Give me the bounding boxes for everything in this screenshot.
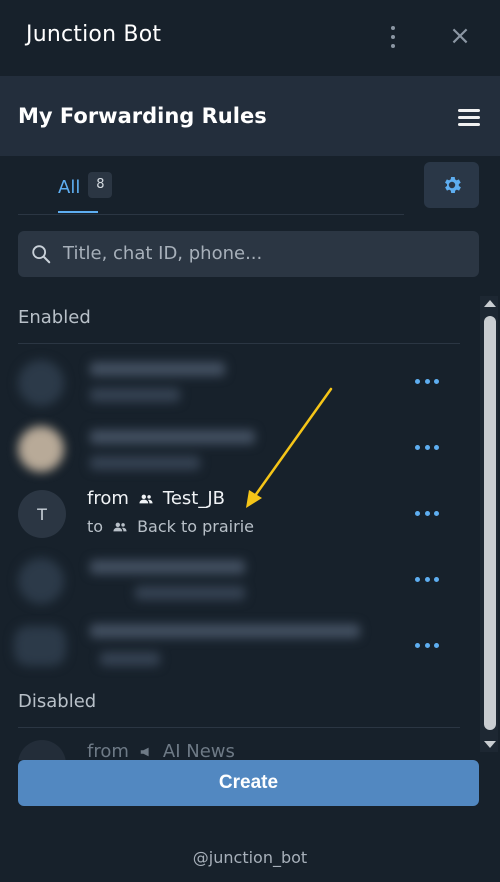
rule-item[interactable]: T from Test_JB to Back to prairie (0, 480, 478, 546)
more-icon[interactable] (415, 442, 439, 452)
avatar (18, 426, 64, 472)
tab-bar: All 8 (18, 160, 404, 215)
group-icon (113, 522, 127, 531)
megaphone-icon (140, 747, 149, 756)
bot-handle: @junction_bot (192, 848, 308, 867)
more-icon[interactable] (415, 640, 439, 650)
scroll-up-arrow-icon[interactable] (484, 300, 496, 307)
page-title: My Forwarding Rules (18, 104, 267, 128)
more-icon[interactable] (415, 574, 439, 584)
section-label-enabled: Enabled (18, 307, 91, 328)
app-title: Junction Bot (26, 22, 162, 47)
section-label-disabled: Disabled (18, 691, 97, 712)
avatar (14, 626, 66, 666)
create-button[interactable]: Create (18, 760, 479, 806)
rule-to-prefix: to (87, 517, 104, 536)
rule-item-blurred[interactable] (0, 546, 478, 612)
rule-item-blurred[interactable] (0, 414, 478, 480)
rule-from-prefix: from (87, 488, 129, 509)
scrollbar-thumb[interactable] (484, 316, 496, 730)
kebab-menu-icon[interactable] (384, 24, 402, 50)
hamburger-menu-icon[interactable] (458, 109, 480, 126)
search-field[interactable]: Title, chat ID, phone... (18, 231, 479, 277)
avatar (18, 558, 64, 604)
search-placeholder: Title, chat ID, phone... (63, 243, 263, 264)
tab-active-indicator (58, 211, 98, 213)
tab-all-label: All (58, 177, 81, 198)
rule-source: from Test_JB (87, 488, 225, 509)
search-icon (32, 245, 51, 264)
section-divider (18, 343, 460, 344)
more-icon[interactable] (415, 508, 439, 518)
section-divider (18, 727, 460, 728)
rule-destination: to Back to prairie (87, 517, 254, 536)
rule-item-blurred[interactable] (0, 348, 478, 414)
avatar (18, 360, 64, 406)
more-icon[interactable] (415, 376, 439, 386)
rule-from-name: AI News (162, 741, 235, 760)
tab-all-count-badge: 8 (88, 172, 113, 198)
scroll-down-arrow-icon[interactable] (484, 741, 496, 748)
tab-all[interactable]: All 8 (58, 172, 113, 214)
close-icon[interactable]: × (448, 23, 472, 49)
gear-icon (444, 177, 461, 193)
rule-to-name: Back to prairie (137, 517, 254, 536)
avatar: T (18, 490, 66, 538)
avatar (18, 740, 66, 760)
rule-item-disabled[interactable]: from AI News (0, 736, 478, 760)
rule-from-name: Test_JB (162, 488, 225, 509)
rule-item-blurred[interactable] (0, 612, 478, 678)
group-icon (139, 494, 153, 503)
rule-source: from AI News (87, 741, 235, 760)
settings-button[interactable] (424, 162, 479, 208)
rule-from-prefix: from (87, 741, 129, 760)
